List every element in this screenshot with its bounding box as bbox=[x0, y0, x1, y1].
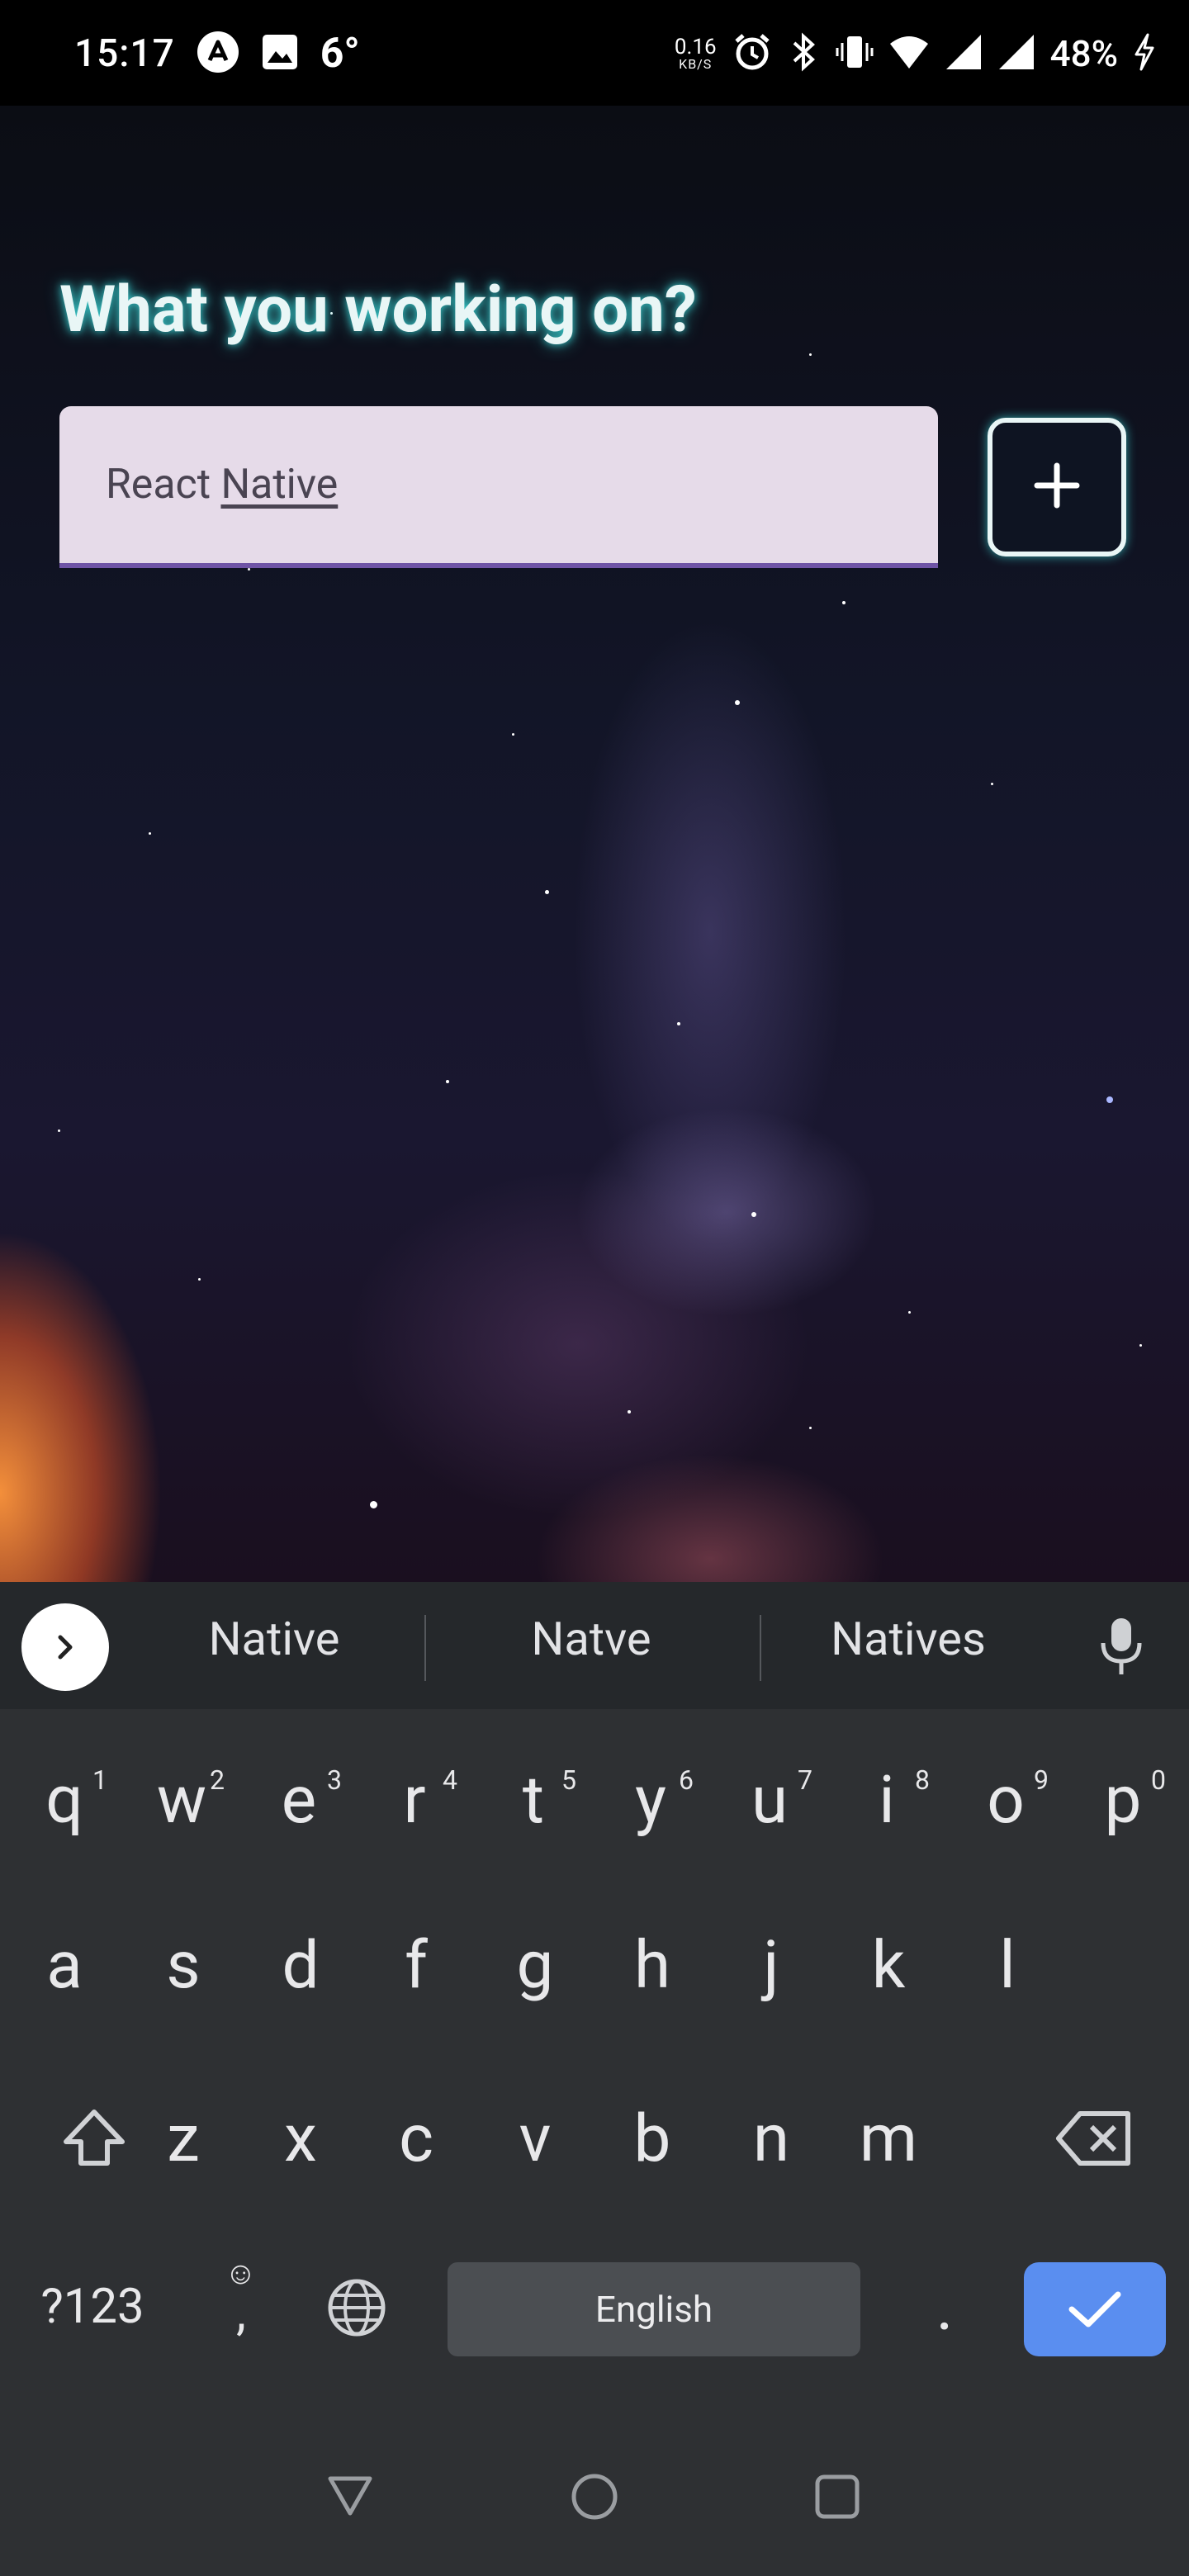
key-x[interactable]: x bbox=[243, 2072, 358, 2204]
key-h[interactable]: h bbox=[594, 1899, 710, 2031]
key-k[interactable]: k bbox=[831, 1899, 946, 2031]
key-t[interactable]: t5 bbox=[476, 1734, 591, 1866]
backspace-key[interactable] bbox=[1037, 2072, 1153, 2204]
backspace-icon bbox=[1056, 2111, 1130, 2166]
alarm-icon bbox=[732, 31, 773, 76]
home-icon[interactable] bbox=[570, 2472, 619, 2525]
wifi-icon bbox=[888, 34, 930, 73]
key-n[interactable]: n bbox=[713, 2072, 829, 2204]
page-title: What you working on? bbox=[59, 272, 697, 348]
emoji-icon: ☺ bbox=[225, 2256, 257, 2292]
key-s[interactable]: s bbox=[126, 1899, 241, 2031]
status-time: 15:17 bbox=[74, 31, 175, 76]
battery-percentage: 48% bbox=[1049, 32, 1118, 75]
suggestion-divider bbox=[760, 1615, 761, 1681]
suggestion-3[interactable]: Natives bbox=[768, 1612, 1049, 1666]
recents-icon[interactable] bbox=[814, 2474, 860, 2523]
language-key[interactable] bbox=[299, 2241, 414, 2373]
network-speed: 0.16 KB/S bbox=[674, 35, 717, 72]
navigation-bar bbox=[0, 2447, 1189, 2576]
key-r[interactable]: r4 bbox=[357, 1734, 472, 1866]
signal-icon-2 bbox=[997, 33, 1035, 74]
charging-icon bbox=[1133, 33, 1156, 74]
key-hint-number: 7 bbox=[798, 1764, 812, 1796]
key-e[interactable]: e3 bbox=[241, 1734, 357, 1866]
key-z[interactable]: z bbox=[126, 2072, 241, 2204]
key-y[interactable]: y6 bbox=[593, 1734, 708, 1866]
key-hint-number: 8 bbox=[915, 1764, 930, 1796]
space-key[interactable]: English bbox=[448, 2262, 860, 2356]
key-hint-number: 1 bbox=[92, 1764, 107, 1796]
symbols-key[interactable]: ?123 bbox=[35, 2241, 150, 2373]
shift-icon bbox=[64, 2110, 125, 2166]
keyboard-row-3: zxcvbnm bbox=[0, 2072, 1189, 2204]
key-g[interactable]: g bbox=[477, 1899, 593, 2031]
key-d[interactable]: d bbox=[243, 1899, 358, 2031]
vibrate-icon bbox=[836, 31, 874, 76]
key-m[interactable]: m bbox=[831, 2072, 946, 2204]
keyboard-row-1: q1w2e3r4t5y6u7i8o9p0 bbox=[0, 1734, 1189, 1866]
checkmark-icon bbox=[1068, 2291, 1121, 2327]
key-j[interactable]: j bbox=[713, 1899, 829, 2031]
key-hint-number: 5 bbox=[561, 1764, 576, 1796]
task-input-value: React Native bbox=[106, 461, 339, 509]
back-icon[interactable] bbox=[325, 2470, 375, 2523]
key-u[interactable]: u7 bbox=[712, 1734, 827, 1866]
suggestion-strip: Native Natve Natives bbox=[0, 1582, 1189, 1709]
key-a[interactable]: a bbox=[7, 1899, 122, 2031]
key-hint-number: 0 bbox=[1151, 1764, 1166, 1796]
done-key[interactable] bbox=[1024, 2262, 1166, 2356]
keyboard-row-2: asdfghjkl bbox=[0, 1899, 1189, 2031]
key-hint-number: 2 bbox=[210, 1764, 225, 1796]
suggestion-2[interactable]: Natve bbox=[451, 1612, 732, 1666]
key-hint-number: 6 bbox=[679, 1764, 694, 1796]
chevron-right-icon bbox=[58, 1635, 73, 1660]
key-w[interactable]: w2 bbox=[124, 1734, 239, 1866]
task-input[interactable]: React Native bbox=[59, 406, 938, 568]
signal-icon-1 bbox=[945, 33, 983, 74]
key-p[interactable]: p0 bbox=[1065, 1734, 1181, 1866]
key-o[interactable]: o9 bbox=[948, 1734, 1063, 1866]
key-hint-number: 3 bbox=[327, 1764, 342, 1796]
status-temperature: 6° bbox=[320, 30, 360, 78]
expand-toolbar-button[interactable] bbox=[21, 1603, 109, 1691]
key-c[interactable]: c bbox=[358, 2072, 474, 2204]
period-key[interactable]: . bbox=[887, 2241, 1002, 2373]
key-v[interactable]: v bbox=[477, 2072, 593, 2204]
key-f[interactable]: f bbox=[358, 1899, 474, 2031]
suggestion-1[interactable]: Native bbox=[134, 1612, 414, 1666]
plus-icon bbox=[1032, 461, 1082, 514]
key-l[interactable]: l bbox=[950, 1899, 1065, 2031]
microphone-icon[interactable] bbox=[1097, 1615, 1146, 1684]
globe-icon bbox=[328, 2279, 386, 2337]
comma-emoji-key[interactable]: ☺ , bbox=[183, 2241, 299, 2373]
key-q[interactable]: q1 bbox=[7, 1734, 122, 1866]
status-bar: 15:17 6° 0.16 KB/S 48% bbox=[0, 0, 1189, 106]
key-hint-number: 4 bbox=[443, 1764, 457, 1796]
gallery-notification-icon bbox=[261, 33, 299, 74]
suggestion-divider bbox=[424, 1615, 426, 1681]
key-b[interactable]: b bbox=[594, 2072, 710, 2204]
bluetooth-icon bbox=[788, 31, 821, 76]
app-notification-icon bbox=[197, 31, 239, 77]
key-hint-number: 9 bbox=[1034, 1764, 1049, 1796]
key-i[interactable]: i8 bbox=[829, 1734, 945, 1866]
add-task-button[interactable] bbox=[988, 418, 1126, 556]
